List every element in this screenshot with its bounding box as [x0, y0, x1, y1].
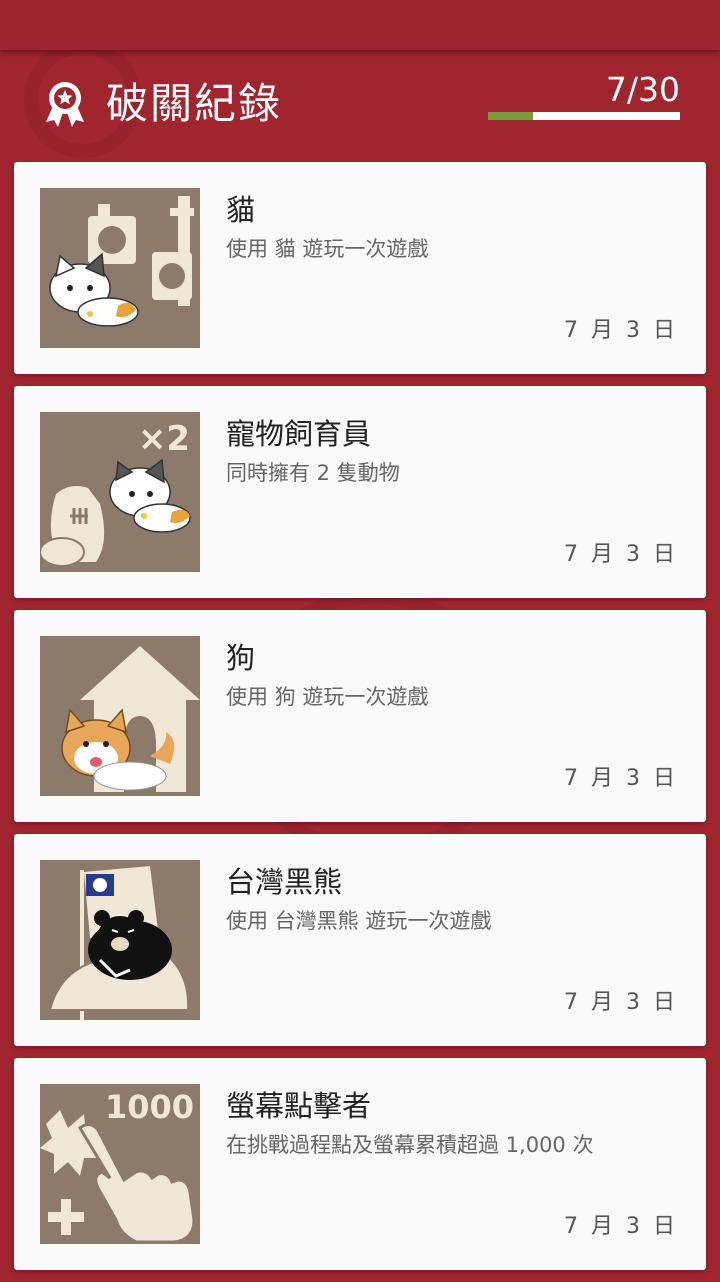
achievement-date: 7 月 3 日 — [564, 542, 678, 567]
achievement-card[interactable]: 台灣黑熊 使用 台灣黑熊 遊玩一次遊戲 7 月 3 日 — [14, 834, 706, 1046]
top-bar — [0, 0, 720, 50]
achievement-description: 同時擁有 2 隻動物 — [226, 461, 400, 485]
achievement-date: 7 月 3 日 — [564, 318, 678, 343]
achievement-card[interactable]: 1000 螢幕點擊者 在挑戰過程點及螢幕累積超過 1,000 次 7 月 3 日 — [14, 1058, 706, 1270]
achievement-title: 螢幕點擊者 — [226, 1089, 372, 1123]
achievement-description: 使用 狗 遊玩一次遊戲 — [226, 685, 429, 709]
progress-bar — [488, 112, 680, 120]
dog-icon — [40, 636, 200, 796]
achievement-card[interactable]: ×2 寵物飼育員 同時擁有 2 隻動物 7 月 3 日 — [14, 386, 706, 598]
achievement-title: 貓 — [226, 193, 256, 227]
achievement-list[interactable]: 貓 使用 貓 遊玩一次遊戲 7 月 3 日 ×2 寵物飼育員 同時擁有 2 隻動… — [14, 162, 706, 1282]
award-ribbon-icon — [44, 80, 86, 128]
achievement-title: 寵物飼育員 — [226, 417, 372, 451]
achievement-date: 7 月 3 日 — [564, 990, 678, 1015]
achievement-date: 7 月 3 日 — [564, 766, 678, 791]
cat-icon — [40, 188, 200, 348]
progress-bar-fill — [488, 112, 533, 120]
achievement-description: 使用 貓 遊玩一次遊戲 — [226, 237, 429, 261]
achievement-date: 7 月 3 日 — [564, 1214, 678, 1239]
tap-count-label: 1000 — [105, 1088, 194, 1126]
progress-counter: 7/30 — [605, 70, 680, 109]
achievement-title: 狗 — [226, 641, 256, 675]
pet-count-label: ×2 — [138, 419, 190, 459]
black-bear-icon — [40, 860, 200, 1020]
page-title: 破關紀錄 — [106, 79, 283, 128]
achievement-title: 台灣黑熊 — [226, 865, 343, 899]
achievement-description: 使用 台灣黑熊 遊玩一次遊戲 — [226, 909, 492, 933]
achievement-description: 在挑戰過程點及螢幕累積超過 1,000 次 — [226, 1133, 594, 1157]
tap-1000-icon: 1000 — [40, 1084, 200, 1244]
pet-x2-icon: ×2 — [40, 412, 200, 572]
achievements-header: 破關紀錄 7/30 — [0, 50, 720, 160]
achievement-card[interactable]: 貓 使用 貓 遊玩一次遊戲 7 月 3 日 — [14, 162, 706, 374]
achievement-card[interactable]: 狗 使用 狗 遊玩一次遊戲 7 月 3 日 — [14, 610, 706, 822]
